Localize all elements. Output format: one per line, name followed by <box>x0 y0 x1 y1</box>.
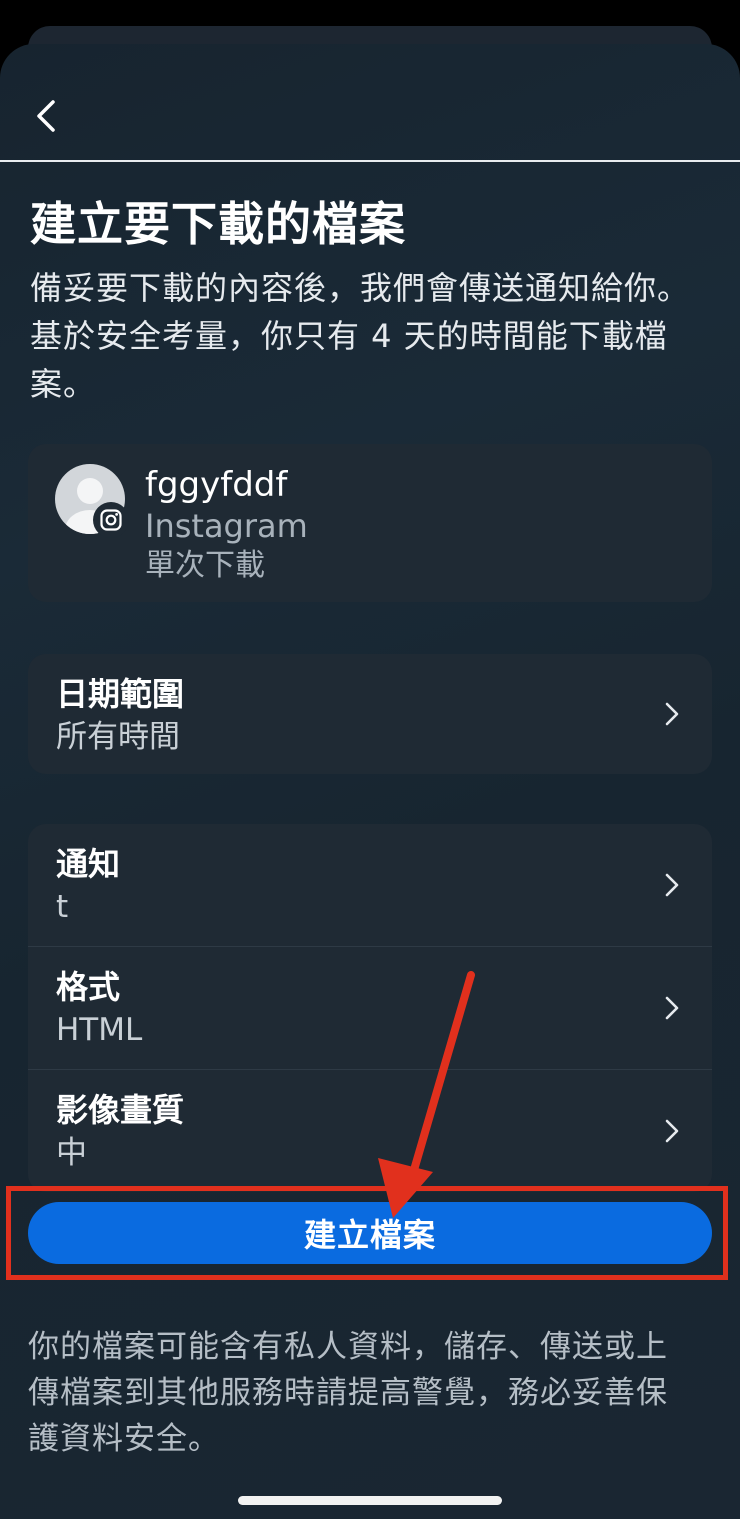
format-label: 格式 <box>56 968 121 1006</box>
account-platform: Instagram <box>145 507 308 545</box>
settings-row-format[interactable]: 格式 HTML <box>28 947 712 1069</box>
page-description: 備妥要下載的內容後，我們會傳送通知給你。基於安全考量，你只有 4 天的時間能下載… <box>30 269 691 403</box>
settings-row-image-quality[interactable]: 影像畫質 中 <box>28 1070 712 1192</box>
chevron-right-icon <box>665 873 679 897</box>
instagram-badge <box>93 502 129 538</box>
date-range-row[interactable]: 日期範圍 所有時間 <box>28 654 712 774</box>
download-type: 單次下載 <box>145 548 265 583</box>
settings-card: 通知 t 格式 HTML 影像畫質 中 <box>28 824 712 1192</box>
image-quality-value: 中 <box>56 1135 87 1171</box>
chevron-right-icon <box>665 1119 679 1143</box>
notification-value: t <box>56 889 69 925</box>
page-title: 建立要下載的檔案 <box>30 197 406 251</box>
date-range-card: 日期範圍 所有時間 <box>28 654 712 774</box>
privacy-note: 你的檔案可能含有私人資料，儲存、傳送或上傳檔案到其他服務時請提高警覺，務必妥善保… <box>28 1329 668 1457</box>
header-divider <box>0 160 740 162</box>
instagram-icon <box>100 509 122 531</box>
back-button[interactable] <box>28 96 64 136</box>
chevron-right-icon <box>665 702 679 726</box>
create-file-button[interactable]: 建立檔案 <box>28 1202 712 1264</box>
download-sheet: 建立要下載的檔案 備妥要下載的內容後，我們會傳送通知給你。基於安全考量，你只有 … <box>0 44 740 1519</box>
date-range-label: 日期範圍 <box>56 675 185 713</box>
image-quality-label: 影像畫質 <box>56 1091 185 1129</box>
settings-row-notification[interactable]: 通知 t <box>28 824 712 946</box>
notification-label: 通知 <box>56 845 121 883</box>
home-indicator[interactable] <box>238 1496 502 1505</box>
chevron-left-icon <box>37 100 55 132</box>
account-card: fggyfddf Instagram 單次下載 <box>28 444 712 602</box>
chevron-right-icon <box>665 996 679 1020</box>
account-username: fggyfddf <box>145 465 288 505</box>
date-range-value: 所有時間 <box>56 719 180 755</box>
format-value: HTML <box>56 1012 143 1048</box>
